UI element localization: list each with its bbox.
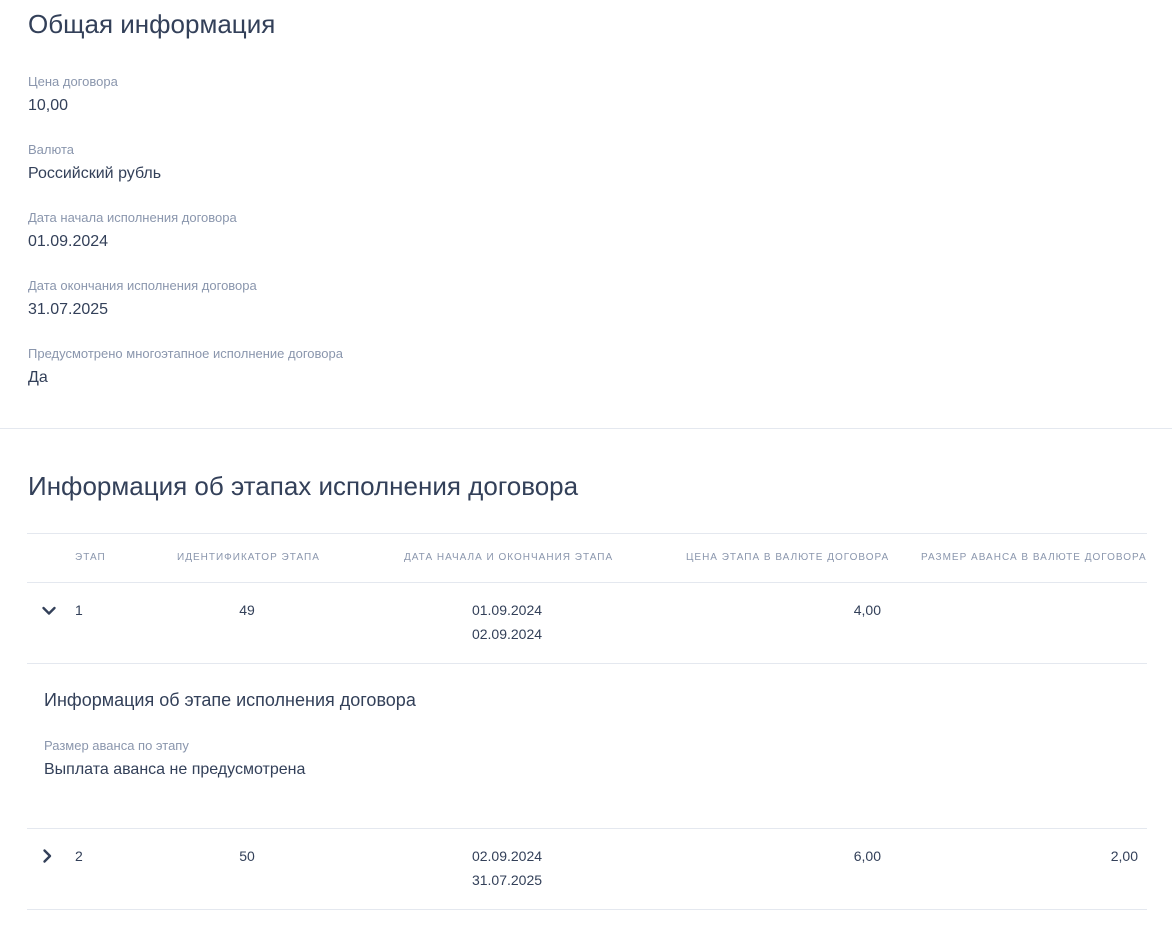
stage-details-title: Информация об этапе исполнения договора [44,690,416,710]
row-border [27,909,1147,910]
stage-id: 50 [239,848,255,864]
col-header-dates: Дата начала и окончания этапа [404,552,614,563]
stages-title: Информация об этапах исполнения договора [28,471,579,501]
chevron-down-icon[interactable] [39,601,59,621]
col-header-stage: Этап [75,552,106,563]
stage-start-date: 02.09.2024 [471,848,543,864]
stage-id: 49 [239,602,255,618]
stage-price: 4,00 [853,602,881,618]
col-header-stage-id: Идентификатор этапа [177,552,320,563]
contract-price-value: 10,00 [28,97,69,114]
end-date-value: 31.07.2025 [28,301,109,318]
stage-advance-value: Выплата аванса не предусмотрена [44,761,306,778]
general-info-title: Общая информация [28,9,276,39]
multistage-value: Да [28,369,48,386]
row-border [27,663,1147,664]
chevron-right-icon[interactable] [37,846,57,866]
stage-start-date: 01.09.2024 [471,602,543,618]
stage-number: 1 [75,602,83,618]
currency-label: Валюта [28,142,74,157]
section-divider [0,428,1172,429]
col-header-price: Цена этапа в валюте договора [686,552,890,563]
contract-price-label: Цена договора [28,74,118,89]
stage-end-date: 02.09.2024 [471,626,543,642]
stage-advance: 2,00 [1110,848,1138,864]
start-date-label: Дата начала исполнения договора [28,210,237,225]
stage-price: 6,00 [853,848,881,864]
stage-end-date: 31.07.2025 [471,872,543,888]
stage-number: 2 [75,848,83,864]
multistage-label: Предусмотрено многоэтапное исполнение до… [28,346,343,361]
table-header-border [27,582,1147,583]
table-top-border [27,533,1147,534]
start-date-value: 01.09.2024 [28,233,109,250]
col-header-advance: Размер аванса в валюте договора [921,552,1147,563]
row-border [27,828,1147,829]
end-date-label: Дата окончания исполнения договора [28,278,257,293]
stage-advance-label: Размер аванса по этапу [44,738,189,753]
currency-value: Российский рубль [28,165,162,182]
